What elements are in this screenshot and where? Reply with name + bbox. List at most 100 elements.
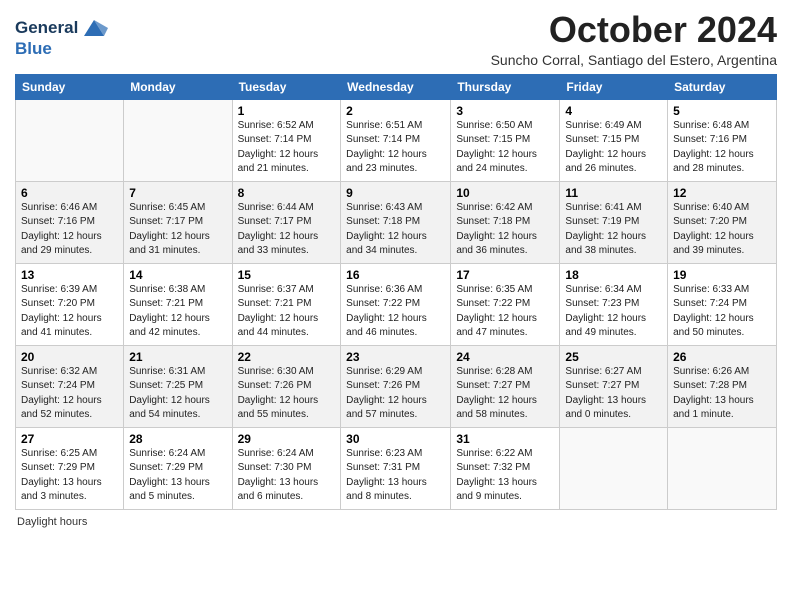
table-row [560, 427, 668, 509]
table-row: 2Sunrise: 6:51 AM Sunset: 7:14 PM Daylig… [341, 99, 451, 181]
calendar-week-row: 6Sunrise: 6:46 AM Sunset: 7:16 PM Daylig… [16, 181, 777, 263]
table-row: 25Sunrise: 6:27 AM Sunset: 7:27 PM Dayli… [560, 345, 668, 427]
day-info: Sunrise: 6:30 AM Sunset: 7:26 PM Dayligh… [238, 365, 336, 423]
col-friday: Friday [560, 74, 668, 99]
col-tuesday: Tuesday [232, 74, 341, 99]
day-number: 1 [238, 104, 336, 118]
logo: General Blue [15, 14, 108, 59]
day-number: 26 [673, 350, 771, 364]
day-info: Sunrise: 6:43 AM Sunset: 7:18 PM Dayligh… [346, 201, 445, 259]
day-number: 10 [456, 186, 554, 200]
day-info: Sunrise: 6:33 AM Sunset: 7:24 PM Dayligh… [673, 283, 771, 341]
day-number: 15 [238, 268, 336, 282]
subtitle: Suncho Corral, Santiago del Estero, Arge… [491, 52, 777, 68]
day-number: 6 [21, 186, 118, 200]
month-title: October 2024 [491, 10, 777, 50]
table-row: 31Sunrise: 6:22 AM Sunset: 7:32 PM Dayli… [451, 427, 560, 509]
day-number: 23 [346, 350, 445, 364]
day-info: Sunrise: 6:36 AM Sunset: 7:22 PM Dayligh… [346, 283, 445, 341]
table-row: 17Sunrise: 6:35 AM Sunset: 7:22 PM Dayli… [451, 263, 560, 345]
title-block: October 2024 Suncho Corral, Santiago del… [491, 10, 777, 68]
day-number: 22 [238, 350, 336, 364]
daylight-label: Daylight hours [17, 516, 87, 528]
day-info: Sunrise: 6:48 AM Sunset: 7:16 PM Dayligh… [673, 119, 771, 177]
table-row: 1Sunrise: 6:52 AM Sunset: 7:14 PM Daylig… [232, 99, 341, 181]
day-info: Sunrise: 6:45 AM Sunset: 7:17 PM Dayligh… [129, 201, 226, 259]
day-info: Sunrise: 6:37 AM Sunset: 7:21 PM Dayligh… [238, 283, 336, 341]
table-row: 18Sunrise: 6:34 AM Sunset: 7:23 PM Dayli… [560, 263, 668, 345]
table-row: 8Sunrise: 6:44 AM Sunset: 7:17 PM Daylig… [232, 181, 341, 263]
day-info: Sunrise: 6:52 AM Sunset: 7:14 PM Dayligh… [238, 119, 336, 177]
calendar-week-row: 13Sunrise: 6:39 AM Sunset: 7:20 PM Dayli… [16, 263, 777, 345]
day-info: Sunrise: 6:49 AM Sunset: 7:15 PM Dayligh… [565, 119, 662, 177]
day-number: 24 [456, 350, 554, 364]
day-number: 9 [346, 186, 445, 200]
table-row: 14Sunrise: 6:38 AM Sunset: 7:21 PM Dayli… [124, 263, 232, 345]
day-number: 29 [238, 432, 336, 446]
day-number: 3 [456, 104, 554, 118]
table-row: 6Sunrise: 6:46 AM Sunset: 7:16 PM Daylig… [16, 181, 124, 263]
table-row: 16Sunrise: 6:36 AM Sunset: 7:22 PM Dayli… [341, 263, 451, 345]
footer: Daylight hours [15, 516, 777, 528]
day-number: 19 [673, 268, 771, 282]
day-info: Sunrise: 6:46 AM Sunset: 7:16 PM Dayligh… [21, 201, 118, 259]
table-row: 3Sunrise: 6:50 AM Sunset: 7:15 PM Daylig… [451, 99, 560, 181]
day-number: 16 [346, 268, 445, 282]
table-row: 21Sunrise: 6:31 AM Sunset: 7:25 PM Dayli… [124, 345, 232, 427]
day-number: 20 [21, 350, 118, 364]
table-row: 5Sunrise: 6:48 AM Sunset: 7:16 PM Daylig… [668, 99, 777, 181]
day-info: Sunrise: 6:26 AM Sunset: 7:28 PM Dayligh… [673, 365, 771, 423]
day-info: Sunrise: 6:24 AM Sunset: 7:29 PM Dayligh… [129, 447, 226, 505]
day-info: Sunrise: 6:28 AM Sunset: 7:27 PM Dayligh… [456, 365, 554, 423]
day-number: 27 [21, 432, 118, 446]
day-number: 2 [346, 104, 445, 118]
day-info: Sunrise: 6:31 AM Sunset: 7:25 PM Dayligh… [129, 365, 226, 423]
day-info: Sunrise: 6:27 AM Sunset: 7:27 PM Dayligh… [565, 365, 662, 423]
table-row: 23Sunrise: 6:29 AM Sunset: 7:26 PM Dayli… [341, 345, 451, 427]
day-number: 11 [565, 186, 662, 200]
table-row: 24Sunrise: 6:28 AM Sunset: 7:27 PM Dayli… [451, 345, 560, 427]
table-row [16, 99, 124, 181]
calendar-week-row: 27Sunrise: 6:25 AM Sunset: 7:29 PM Dayli… [16, 427, 777, 509]
day-info: Sunrise: 6:39 AM Sunset: 7:20 PM Dayligh… [21, 283, 118, 341]
day-number: 17 [456, 268, 554, 282]
col-thursday: Thursday [451, 74, 560, 99]
day-number: 12 [673, 186, 771, 200]
day-number: 7 [129, 186, 226, 200]
page: General Blue October 2024 Suncho Corral,… [0, 0, 792, 612]
table-row: 11Sunrise: 6:41 AM Sunset: 7:19 PM Dayli… [560, 181, 668, 263]
table-row: 22Sunrise: 6:30 AM Sunset: 7:26 PM Dayli… [232, 345, 341, 427]
col-saturday: Saturday [668, 74, 777, 99]
day-number: 30 [346, 432, 445, 446]
day-info: Sunrise: 6:35 AM Sunset: 7:22 PM Dayligh… [456, 283, 554, 341]
table-row: 10Sunrise: 6:42 AM Sunset: 7:18 PM Dayli… [451, 181, 560, 263]
table-row [668, 427, 777, 509]
table-row: 27Sunrise: 6:25 AM Sunset: 7:29 PM Dayli… [16, 427, 124, 509]
col-wednesday: Wednesday [341, 74, 451, 99]
calendar-header-row: Sunday Monday Tuesday Wednesday Thursday… [16, 74, 777, 99]
day-info: Sunrise: 6:24 AM Sunset: 7:30 PM Dayligh… [238, 447, 336, 505]
logo-icon [80, 14, 108, 42]
day-number: 28 [129, 432, 226, 446]
col-sunday: Sunday [16, 74, 124, 99]
day-info: Sunrise: 6:32 AM Sunset: 7:24 PM Dayligh… [21, 365, 118, 423]
logo-text: General [15, 19, 78, 38]
day-info: Sunrise: 6:41 AM Sunset: 7:19 PM Dayligh… [565, 201, 662, 259]
day-number: 4 [565, 104, 662, 118]
day-number: 5 [673, 104, 771, 118]
calendar-week-row: 20Sunrise: 6:32 AM Sunset: 7:24 PM Dayli… [16, 345, 777, 427]
table-row: 12Sunrise: 6:40 AM Sunset: 7:20 PM Dayli… [668, 181, 777, 263]
table-row: 29Sunrise: 6:24 AM Sunset: 7:30 PM Dayli… [232, 427, 341, 509]
day-number: 21 [129, 350, 226, 364]
day-number: 25 [565, 350, 662, 364]
day-info: Sunrise: 6:44 AM Sunset: 7:17 PM Dayligh… [238, 201, 336, 259]
table-row: 26Sunrise: 6:26 AM Sunset: 7:28 PM Dayli… [668, 345, 777, 427]
table-row: 19Sunrise: 6:33 AM Sunset: 7:24 PM Dayli… [668, 263, 777, 345]
table-row: 7Sunrise: 6:45 AM Sunset: 7:17 PM Daylig… [124, 181, 232, 263]
day-number: 13 [21, 268, 118, 282]
header: General Blue October 2024 Suncho Corral,… [15, 10, 777, 68]
day-info: Sunrise: 6:38 AM Sunset: 7:21 PM Dayligh… [129, 283, 226, 341]
table-row: 15Sunrise: 6:37 AM Sunset: 7:21 PM Dayli… [232, 263, 341, 345]
table-row: 30Sunrise: 6:23 AM Sunset: 7:31 PM Dayli… [341, 427, 451, 509]
day-info: Sunrise: 6:22 AM Sunset: 7:32 PM Dayligh… [456, 447, 554, 505]
